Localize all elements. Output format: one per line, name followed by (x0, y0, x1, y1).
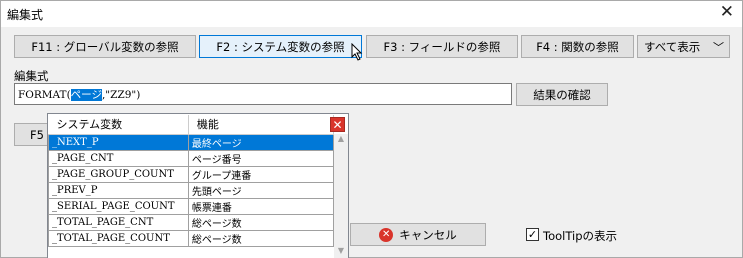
variable-desc-cell: 帳票連番 (187, 197, 335, 215)
variable-desc-cell: 最終ページ (187, 133, 335, 151)
table-row[interactable]: _NEXT_P 最終ページ (48, 133, 335, 151)
edit-expression-dialog: 編集式 ✕ F11 : グローバル変数の参照 F2 : システム変数の参照 F3… (0, 0, 743, 258)
field-reference-button[interactable]: F3 : フィールドの参照 (366, 35, 518, 58)
system-variables-table: システム変数 機能 _NEXT_P 最終ページ _PAGE_CNT ページ番号 … (48, 115, 335, 247)
variable-desc-cell: 総ページ数 (187, 229, 335, 247)
expression-suffix: ,"ZZ9") (101, 89, 141, 101)
variable-name-cell: _TOTAL_PAGE_COUNT (48, 229, 189, 247)
expression-prefix: FORMAT( (18, 89, 71, 101)
variable-name-cell: _PAGE_GROUP_COUNT (48, 165, 189, 183)
table-row[interactable]: _PAGE_GROUP_COUNT グループ連番 (48, 165, 335, 183)
tooltip-label: ToolTipの表示 (543, 229, 618, 243)
variable-desc-cell: 総ページ数 (187, 213, 335, 231)
popup-scrollbar[interactable]: ▲ ▼ (334, 134, 348, 258)
cancel-button[interactable]: ✕ キャンセル (350, 223, 486, 246)
variable-name-cell: _PREV_P (48, 181, 189, 199)
expression-input[interactable]: FORMAT(ページ,"ZZ9") (14, 83, 512, 105)
table-row[interactable]: _TOTAL_PAGE_CNT 総ページ数 (48, 213, 335, 231)
variable-name-cell: _SERIAL_PAGE_COUNT (48, 197, 189, 215)
display-filter-value: すべて表示 (644, 39, 701, 54)
variable-desc-cell: 先頭ページ (187, 181, 335, 199)
column-header-system-variable: システム変数 (48, 115, 189, 135)
table-row[interactable]: _TOTAL_PAGE_COUNT 総ページ数 (48, 229, 335, 247)
scroll-up-icon[interactable]: ▲ (334, 134, 348, 146)
variable-name-cell: _TOTAL_PAGE_CNT (48, 213, 189, 231)
cancel-label: キャンセル (399, 227, 457, 242)
system-variables-button[interactable]: F2 : システム変数の参照 (199, 35, 362, 58)
variable-name-cell: _NEXT_P (48, 133, 189, 151)
display-filter-select[interactable]: すべて表示 ﹀ (637, 35, 730, 58)
tooltip-checkbox[interactable]: ✓ (526, 228, 539, 241)
system-variables-popup: システム変数 機能 _NEXT_P 最終ページ _PAGE_CNT ページ番号 … (47, 113, 349, 258)
table-row[interactable]: _PAGE_CNT ページ番号 (48, 149, 335, 167)
variable-desc-cell: グループ連番 (187, 165, 335, 183)
check-result-button[interactable]: 結果の確認 (516, 83, 608, 106)
title-bar: 編集式 ✕ (1, 1, 742, 27)
variable-desc-cell: ページ番号 (187, 149, 335, 167)
function-reference-button[interactable]: F4 : 関数の参照 (521, 35, 634, 58)
expression-label: 編集式 (14, 69, 49, 83)
scroll-down-icon[interactable]: ▼ (334, 246, 348, 258)
global-variables-button[interactable]: F11 : グローバル変数の参照 (14, 35, 196, 58)
table-row[interactable]: _SERIAL_PAGE_COUNT 帳票連番 (48, 197, 335, 215)
column-header-function: 機能 (188, 115, 335, 135)
popup-close-icon[interactable]: ✕ (330, 117, 345, 132)
window-title: 編集式 (7, 8, 44, 22)
close-icon[interactable]: ✕ (720, 2, 734, 22)
chevron-down-icon: ﹀ (713, 41, 724, 54)
variable-name-cell: _PAGE_CNT (48, 149, 189, 167)
table-row[interactable]: _PREV_P 先頭ページ (48, 181, 335, 199)
expression-selection: ページ (70, 89, 102, 101)
cancel-icon: ✕ (379, 227, 394, 242)
mouse-cursor-icon (351, 43, 363, 61)
